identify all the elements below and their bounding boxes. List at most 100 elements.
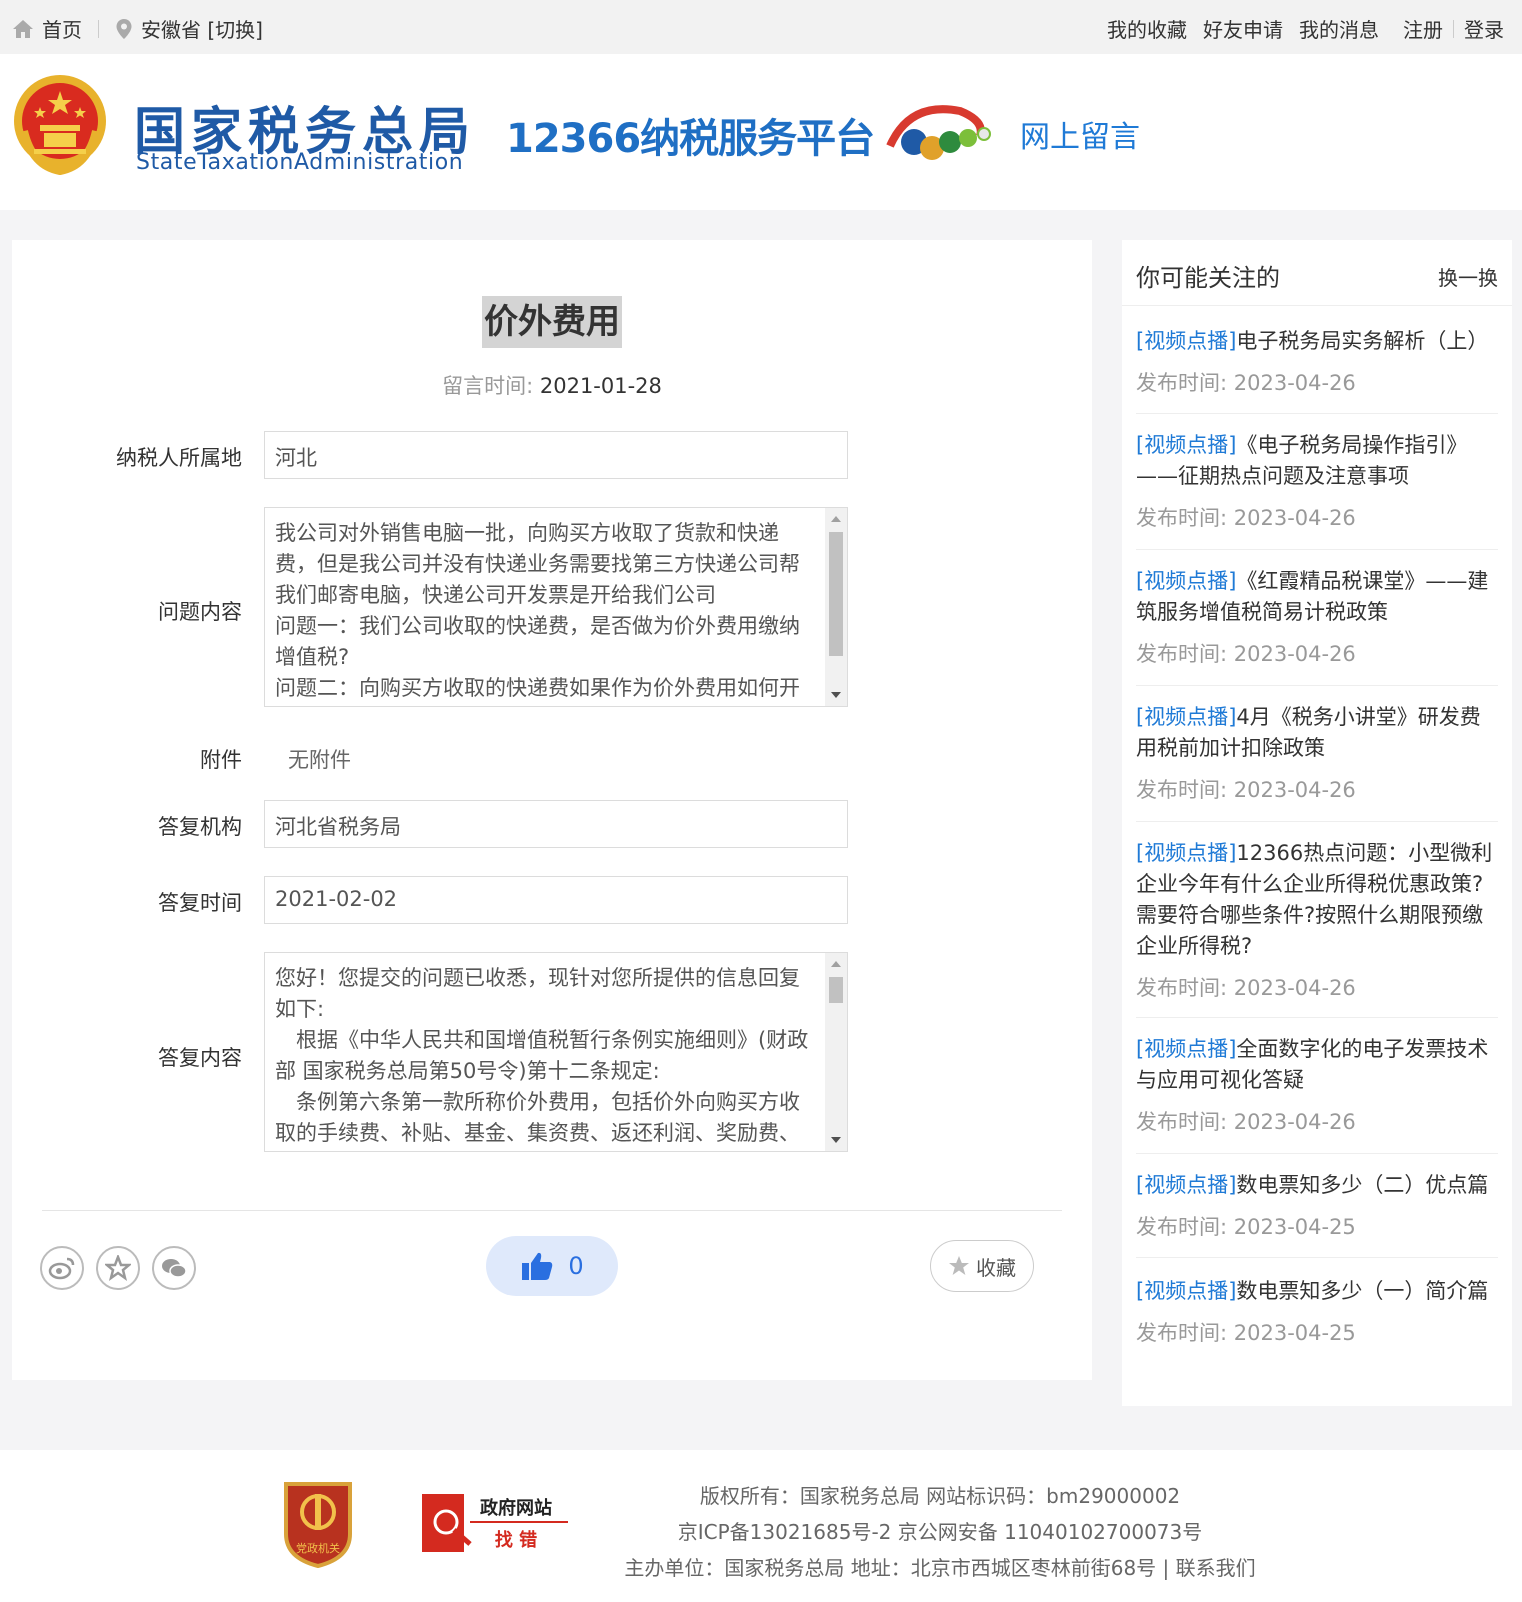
thumbs-up-icon — [522, 1252, 553, 1280]
location-switch[interactable]: 安徽省 [切换] — [141, 14, 263, 43]
location-pin-icon — [116, 18, 132, 39]
item-tag[interactable]: [视频点播] — [1136, 1037, 1236, 1061]
attachment-label: 附件 — [200, 748, 242, 772]
item-tag[interactable]: [视频点播] — [1136, 705, 1236, 729]
login-link[interactable]: 登录 — [1464, 14, 1504, 43]
party-government-badge-logo[interactable]: 党政机关 — [280, 1478, 356, 1568]
sidebar-item[interactable]: [视频点播]《红霞精品税课堂》——建筑服务增值税简易计税政策 发布时间: 202… — [1136, 566, 1498, 686]
question-line: 费，但是我公司并没有快递业务需要找第三方快递公司帮 — [275, 552, 800, 576]
taxpayer-location-label: 纳税人所属地 — [116, 446, 242, 470]
sidebar-item[interactable]: [视频点播]全面数字化的电子发票技术与应用可视化答疑 发布时间: 2023-04… — [1136, 1034, 1498, 1154]
scroll-down-arrow-icon[interactable] — [831, 1137, 841, 1143]
site-logo-en: StateTaxationAdministration — [136, 150, 464, 175]
party-badge-text: 党政机关 — [296, 1541, 340, 1555]
top-bar-left: 首页 安徽省 [切换] — [12, 14, 263, 43]
recommend-sidebar: 你可能关注的 换一换 [视频点播]电子税务局实务解析（上） 发布时间: 2023… — [1122, 240, 1512, 1406]
item-title[interactable]: 数电票知多少（一）简介篇 — [1236, 1279, 1488, 1303]
weibo-icon — [48, 1257, 75, 1280]
question-scrollbar[interactable] — [825, 508, 847, 706]
scroll-up-arrow-icon[interactable] — [831, 516, 841, 522]
item-title[interactable]: 数电票知多少（二）优点篇 — [1236, 1173, 1488, 1197]
scroll-thumb[interactable] — [829, 532, 843, 656]
reply-line: 根据《中华人民共和国增值税暂行条例实施细则》(财政 — [275, 1028, 809, 1052]
national-emblem-logo[interactable] — [12, 71, 108, 175]
divider — [42, 1210, 1062, 1211]
item-tag[interactable]: [视频点播] — [1136, 841, 1236, 865]
question-label: 问题内容 — [158, 600, 242, 624]
home-link[interactable]: 首页 — [42, 14, 82, 43]
like-count: 0 — [568, 1252, 584, 1280]
sidebar-item[interactable]: [视频点播]《电子税务局操作指引》——征期热点问题及注意事项 发布时间: 202… — [1136, 430, 1498, 550]
reply-scrollbar[interactable] — [825, 953, 847, 1151]
question-line: 增值税? — [275, 645, 350, 669]
gov-website-error-logo[interactable]: 政府网站 找 错 — [420, 1488, 570, 1558]
star-circle-icon — [105, 1255, 131, 1281]
question-line: 问题一：我们公司收取的快递费，是否做为价外费用缴纳 — [275, 614, 800, 638]
reply-line: 条例第六条第一款所称价外费用，包括价外向购买方收 — [275, 1090, 800, 1114]
question-line: 我公司对外销售电脑一批，向购买方收取了货款和快递 — [275, 521, 779, 545]
item-title[interactable]: 电子税务局实务解析（上） — [1236, 329, 1488, 353]
sidebar-item[interactable]: [视频点播]12366热点问题：小型微利企业今年有什么企业所得税优惠政策?需要符… — [1136, 838, 1498, 1018]
attachment-value: 无附件 — [288, 748, 351, 772]
question-line: 我们邮寄电脑，快递公司开发票是开给我们公司 — [275, 583, 716, 607]
friend-requests-link[interactable]: 好友申请 — [1203, 14, 1283, 43]
register-link[interactable]: 注册 — [1403, 14, 1443, 43]
sidebar-item[interactable]: [视频点播]4月《税务小讲堂》研发费用税前加计扣除政策 发布时间: 2023-0… — [1136, 702, 1498, 822]
item-date: 发布时间: 2023-04-26 — [1136, 642, 1356, 666]
home-icon — [13, 19, 33, 38]
item-date: 发布时间: 2023-04-26 — [1136, 506, 1356, 530]
host-line[interactable]: 主办单位：国家税务总局 地址：北京市西城区枣林前街68号 | 联系我们 — [560, 1550, 1320, 1586]
section-title: 网上留言 — [1020, 120, 1140, 155]
scroll-thumb[interactable] — [829, 977, 843, 1003]
message-detail-card: 价外费用 留言时间: 2021-01-28 纳税人所属地 河北 问题内容 我公司… — [12, 240, 1092, 1380]
sidebar-title: 你可能关注的 — [1136, 264, 1280, 292]
item-tag[interactable]: [视频点播] — [1136, 329, 1236, 353]
item-tag[interactable]: [视频点播] — [1136, 433, 1236, 457]
gov-logo-top-text: 政府网站 — [480, 1497, 552, 1519]
sidebar-item[interactable]: [视频点播]数电票知多少（二）优点篇 发布时间: 2023-04-25 — [1136, 1170, 1498, 1258]
taxpayer-location-field[interactable]: 河北 — [264, 431, 848, 479]
favorite-button[interactable]: 收藏 — [930, 1240, 1034, 1292]
reply-time-label: 答复时间 — [158, 891, 242, 915]
reply-line: 您好！您提交的问题已收悉，现针对您所提供的信息回复 — [275, 966, 800, 990]
like-button[interactable]: 0 — [486, 1236, 618, 1296]
reply-org-field[interactable]: 河北省税务局 — [264, 800, 848, 848]
share-qzone-button[interactable] — [96, 1246, 140, 1290]
item-date: 发布时间: 2023-04-25 — [1136, 1321, 1356, 1345]
reply-line: 取的手续费、补贴、基金、集资费、返还利润、奖励费、 — [275, 1121, 800, 1145]
my-messages-link[interactable]: 我的消息 — [1299, 14, 1379, 43]
sidebar-header: 你可能关注的 换一换 — [1122, 240, 1512, 306]
question-textarea[interactable]: 我公司对外销售电脑一批，向购买方收取了货款和快递 费，但是我公司并没有快递业务需… — [264, 507, 848, 707]
sidebar-item[interactable]: [视频点播]数电票知多少（一）简介篇 发布时间: 2023-04-25 — [1136, 1276, 1498, 1364]
reply-line: 如下: — [275, 997, 325, 1021]
sidebar-item[interactable]: [视频点播]电子税务局实务解析（上） 发布时间: 2023-04-26 — [1136, 326, 1498, 414]
item-date: 发布时间: 2023-04-26 — [1136, 778, 1356, 802]
reply-time-field[interactable]: 2021-02-02 — [264, 876, 848, 924]
question-line: 问题二：向购买方收取的快递费如果作为价外费用如何开 — [275, 676, 800, 700]
scroll-down-arrow-icon[interactable] — [831, 692, 841, 698]
item-date: 发布时间: 2023-04-26 — [1136, 976, 1356, 1000]
message-time-label: 留言时间: — [442, 374, 534, 398]
reply-textarea[interactable]: 您好！您提交的问题已收悉，现针对您所提供的信息回复 如下: 根据《中华人民共和国… — [264, 952, 848, 1152]
message-time: 留言时间: 2021-01-28 — [12, 370, 1092, 400]
refresh-link[interactable]: 换一换 — [1438, 262, 1498, 291]
copyright-line: 版权所有：国家税务总局 网站标识码：bm29000002 — [699, 1484, 1181, 1508]
reply-org-label: 答复机构 — [158, 815, 242, 839]
top-bar: 首页 安徽省 [切换] 我的收藏 好友申请 我的消息 注册 登录 — [0, 0, 1522, 54]
site-header: 国家税务总局 StateTaxationAdministration 12366… — [0, 54, 1522, 210]
reply-content-label: 答复内容 — [158, 1046, 242, 1070]
favorite-label: 收藏 — [976, 1255, 1016, 1280]
scroll-up-arrow-icon[interactable] — [831, 961, 841, 967]
platform-title: 12366纳税服务平台 — [506, 116, 875, 162]
item-tag[interactable]: [视频点播] — [1136, 1279, 1236, 1303]
divider — [1453, 19, 1454, 38]
reply-line: 部 国家税务总局第50号令)第十二条规定: — [275, 1059, 660, 1083]
my-favorites-link[interactable]: 我的收藏 — [1107, 14, 1187, 43]
item-tag[interactable]: [视频点播] — [1136, 569, 1236, 593]
item-tag[interactable]: [视频点播] — [1136, 1173, 1236, 1197]
share-weibo-button[interactable] — [40, 1246, 84, 1290]
icp-line[interactable]: 京ICP备13021685号-2 京公网安备 11040102700073号 — [560, 1514, 1320, 1550]
item-date: 发布时间: 2023-04-26 — [1136, 371, 1356, 395]
gov-logo-bottom-text: 找 错 — [495, 1529, 537, 1551]
share-wechat-button[interactable] — [152, 1246, 196, 1290]
